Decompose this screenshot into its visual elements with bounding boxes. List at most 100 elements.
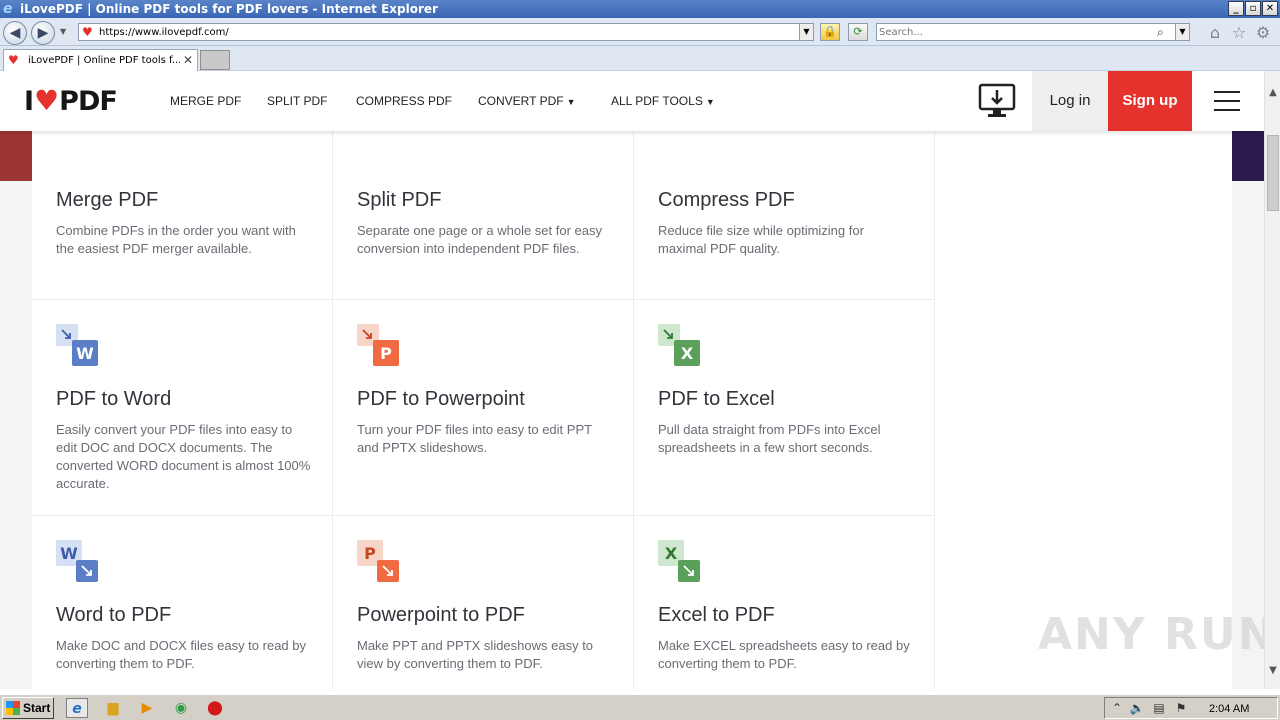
- forward-arrow-icon: ▶: [37, 25, 49, 41]
- ie-logo-icon: e: [3, 1, 13, 17]
- tool-card-pdf-to-powerpoint[interactable]: P PDF to Powerpoint Turn your PDF files …: [333, 300, 634, 516]
- pdf-to-powerpoint-icon: P: [357, 324, 399, 366]
- tool-description: Combine PDFs in the order you want with …: [56, 223, 296, 256]
- site-header: I♥PDF MERGE PDF SPLIT PDF COMPRESS PDF C…: [0, 71, 1264, 131]
- scroll-up-icon[interactable]: ▲: [1265, 85, 1280, 101]
- heart-icon: ♥: [34, 84, 59, 117]
- tool-title: Merge PDF: [56, 189, 159, 211]
- address-dropdown-icon[interactable]: ▼: [799, 24, 813, 40]
- lock-icon: 🔒: [823, 25, 837, 38]
- home-icon[interactable]: ⌂: [1206, 24, 1224, 42]
- logo-text-left: I: [24, 86, 34, 117]
- nav-compress-pdf[interactable]: COMPRESS PDF: [356, 94, 452, 108]
- nav-all-pdf-tools-label: ALL PDF TOOLS: [611, 94, 703, 108]
- excel-to-pdf-icon: X: [658, 540, 700, 582]
- nav-merge-pdf[interactable]: MERGE PDF: [170, 94, 241, 108]
- settings-gear-icon[interactable]: ⚙: [1254, 24, 1272, 42]
- minimize-button[interactable]: _: [1228, 1, 1244, 16]
- search-input[interactable]: [879, 25, 1149, 39]
- word-to-pdf-icon: W: [56, 540, 98, 582]
- tool-description: Make PPT and PPTX slideshows easy to vie…: [357, 638, 594, 671]
- tab-label: iLovePDF | Online PDF tools f...: [28, 55, 180, 66]
- tool-description: Make DOC and DOCX files easy to read by …: [56, 638, 306, 671]
- tool-title: PDF to Word: [56, 388, 172, 410]
- tool-title: Split PDF: [357, 189, 442, 211]
- windows-taskbar: Start e ▆ ▶ ◉ ⬤ ⌃ 🔈 ▤ ⚑ 2:04 AM: [0, 694, 1280, 720]
- tool-title: Word to PDF: [56, 604, 172, 626]
- media-player-icon[interactable]: ▶: [136, 698, 158, 718]
- taskbar-clock[interactable]: 2:04 AM: [1209, 702, 1249, 716]
- close-tab-icon[interactable]: ✕: [183, 53, 193, 67]
- tool-card-powerpoint-to-pdf[interactable]: P Powerpoint to PDF Make PPT and PPTX sl…: [333, 516, 634, 689]
- action-center-flag-icon[interactable]: ⚑: [1173, 700, 1189, 716]
- hamburger-menu-icon[interactable]: [1214, 91, 1242, 111]
- scroll-down-icon[interactable]: ▼: [1265, 663, 1280, 679]
- refresh-button[interactable]: ⟳: [848, 23, 868, 41]
- start-label: Start: [23, 701, 51, 715]
- address-toolbar: ◀ ▶ ▼ ♥ https://www.ilovepdf.com/ ▼ 🔒 ⟳ …: [0, 18, 1280, 46]
- opera-icon[interactable]: ⬤: [204, 698, 226, 718]
- icon-letter: X: [681, 344, 694, 363]
- maximize-button[interactable]: ▫: [1245, 1, 1261, 16]
- tool-title: Powerpoint to PDF: [357, 604, 525, 626]
- volume-icon[interactable]: 🔈: [1129, 700, 1145, 716]
- login-button[interactable]: Log in: [1032, 71, 1108, 131]
- ilovepdf-logo[interactable]: I♥PDF: [24, 84, 118, 118]
- windows-logo-icon: [6, 701, 20, 715]
- hero-deco-left: [0, 131, 32, 181]
- window-title: iLovePDF | Online PDF tools for PDF love…: [20, 2, 438, 16]
- desktop-download-icon[interactable]: [978, 83, 1016, 119]
- start-button[interactable]: Start: [2, 697, 54, 719]
- close-window-button[interactable]: ✕: [1262, 1, 1278, 16]
- history-dropdown-icon[interactable]: ▼: [60, 27, 66, 36]
- nav-split-pdf[interactable]: SPLIT PDF: [267, 94, 327, 108]
- explorer-folder-icon[interactable]: ▆: [102, 698, 124, 718]
- icon-letter: W: [60, 544, 78, 563]
- tool-description: Make EXCEL spreadsheets easy to read by …: [658, 638, 910, 671]
- address-url[interactable]: https://www.ilovepdf.com/: [99, 26, 229, 39]
- chrome-icon[interactable]: ◉: [170, 698, 192, 718]
- back-button[interactable]: ◀: [3, 21, 27, 45]
- tab-bar: ♥ iLovePDF | Online PDF tools f... ✕: [0, 46, 1280, 71]
- back-arrow-icon: ◀: [9, 25, 21, 41]
- signup-button[interactable]: Sign up: [1108, 71, 1192, 131]
- powerpoint-to-pdf-icon: P: [357, 540, 399, 582]
- system-tray: ⌃ 🔈 ▤ ⚑ 2:04 AM: [1104, 697, 1278, 719]
- tool-description: Separate one page or a whole set for eas…: [357, 223, 602, 256]
- window-titlebar: e iLovePDF | Online PDF tools for PDF lo…: [0, 0, 1280, 18]
- tool-card-pdf-to-word[interactable]: W PDF to Word Easily convert your PDF fi…: [32, 300, 333, 516]
- nav-all-pdf-tools[interactable]: ALL PDF TOOLS ▼: [611, 94, 715, 109]
- tray-expand-icon[interactable]: ⌃: [1109, 700, 1125, 716]
- tool-description: Easily convert your PDF files into easy …: [56, 422, 311, 491]
- tab-ilovepdf[interactable]: ♥ iLovePDF | Online PDF tools f... ✕: [3, 49, 198, 71]
- nav-convert-pdf[interactable]: CONVERT PDF ▼: [478, 94, 576, 109]
- tab-favicon-icon: ♥: [8, 53, 19, 67]
- icon-letter: P: [364, 544, 376, 563]
- security-lock-button[interactable]: 🔒: [820, 23, 840, 41]
- ie-taskbar-icon[interactable]: e: [66, 698, 88, 718]
- anyrun-watermark: ANY RUN: [1038, 609, 1264, 660]
- network-icon[interactable]: ▤: [1151, 700, 1167, 716]
- favorites-star-icon[interactable]: ☆: [1230, 24, 1248, 42]
- tool-description: Turn your PDF files into easy to edit PP…: [357, 422, 592, 455]
- search-icon[interactable]: ⌕: [1157, 24, 1164, 40]
- address-bar[interactable]: ♥ https://www.ilovepdf.com/ ▼: [78, 23, 814, 41]
- tool-description: Pull data straight from PDFs into Excel …: [658, 422, 881, 455]
- scroll-thumb[interactable]: [1267, 135, 1279, 211]
- tool-description: Reduce file size while optimizing for ma…: [658, 223, 864, 256]
- search-box[interactable]: ⌕ ▼: [876, 23, 1190, 41]
- tool-title: PDF to Powerpoint: [357, 388, 525, 410]
- forward-button[interactable]: ▶: [31, 21, 55, 45]
- tool-card-pdf-to-excel[interactable]: X PDF to Excel Pull data straight from P…: [634, 300, 935, 516]
- tool-title: PDF to Excel: [658, 388, 775, 410]
- nav-convert-pdf-label: CONVERT PDF: [478, 94, 564, 108]
- logo-text-right: PDF: [59, 86, 118, 117]
- site-favicon-icon: ♥: [82, 25, 93, 39]
- pdf-to-word-icon: W: [56, 324, 98, 366]
- vertical-scrollbar[interactable]: ▲ ▼: [1264, 71, 1280, 689]
- tool-title: Excel to PDF: [658, 604, 775, 626]
- tool-card-excel-to-pdf[interactable]: X Excel to PDF Make EXCEL spreadsheets e…: [634, 516, 935, 689]
- search-dropdown-icon[interactable]: ▼: [1175, 24, 1189, 40]
- tool-card-word-to-pdf[interactable]: W Word to PDF Make DOC and DOCX files ea…: [32, 516, 333, 689]
- new-tab-button[interactable]: [200, 50, 230, 70]
